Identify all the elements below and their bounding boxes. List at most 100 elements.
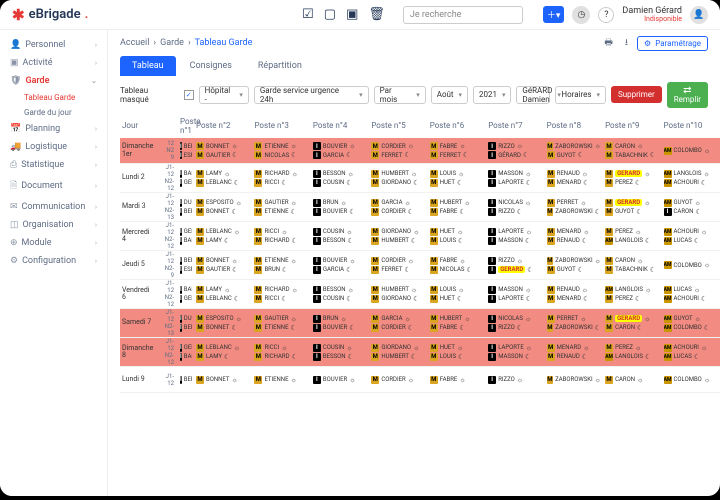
slot[interactable]: IBOUVIER☼ bbox=[311, 367, 369, 393]
slot[interactable]: MHUBERT☼MFABRE☾ bbox=[428, 193, 486, 222]
slot[interactable]: IBOUVIER☼IGARCIA☾ bbox=[311, 251, 369, 280]
slot[interactable]: AMCOLOMBO☼ bbox=[662, 367, 720, 393]
sidebar-item-garde[interactable]: 🛡Garde⌄ bbox=[0, 72, 107, 90]
slot[interactable]: MGIORDANO☼MHUMBERT☾ bbox=[369, 338, 427, 367]
slot[interactable]: AMACHOURI☼AMLUCAS☾ bbox=[662, 338, 720, 367]
slot[interactable]: MZABOROWSKI☼MGUYOT☾ bbox=[545, 251, 603, 280]
horaires-select[interactable]: Horaires bbox=[555, 86, 606, 104]
slot[interactable]: MBONNET☼MGAUTIER☾ bbox=[194, 251, 252, 280]
help-icon[interactable]: ? bbox=[598, 7, 614, 23]
slot[interactable]: INICOLAS☼IRIZZO☾ bbox=[486, 309, 544, 338]
slot[interactable]: IRIZZO☼ bbox=[486, 367, 544, 393]
slot[interactable]: MCORDIER☼MFERRET☾ bbox=[369, 138, 427, 164]
slot[interactable]: METIENNE☼MBRUN☾ bbox=[252, 251, 310, 280]
events-icon[interactable]: ▣ bbox=[346, 7, 358, 22]
slot[interactable]: MESPOSITO☼MBONNET☾ bbox=[194, 309, 252, 338]
slot[interactable]: MRICHARD☼MRICCI☾ bbox=[252, 280, 310, 309]
slot[interactable]: AMACHOURI☼AMLUCAS☾ bbox=[662, 222, 720, 251]
apps-icon[interactable]: ◷ bbox=[572, 6, 590, 24]
slot[interactable]: MRENAUD☼MMENARD☾ bbox=[545, 164, 603, 193]
sidebar-item-activité[interactable]: ▣Activité› bbox=[0, 54, 107, 72]
year-select[interactable]: 2021 bbox=[473, 86, 511, 104]
slot[interactable]: IBARTHELEMY☼IGERMAIN☾ bbox=[178, 164, 194, 193]
slot[interactable]: MPEREZ☼AMLANGLOIS☾ bbox=[603, 222, 661, 251]
slot[interactable]: MGAUTIER☼METIENNE☾ bbox=[252, 193, 310, 222]
tab-répartition[interactable]: Répartition bbox=[246, 56, 314, 76]
masque-checkbox[interactable]: ✓ bbox=[184, 90, 194, 100]
slot[interactable]: IRIZZO☼IGÉRARD☾ bbox=[486, 251, 544, 280]
trash-icon[interactable]: 🗑 bbox=[368, 7, 385, 22]
slot[interactable]: MFABRE☼MNICOLAS☾ bbox=[428, 251, 486, 280]
slot[interactable]: ICOUSIN☼IBESSON☾ bbox=[311, 338, 369, 367]
slot[interactable]: MLOUIS☼MHUET☾ bbox=[428, 280, 486, 309]
slot[interactable]: MPEREZ☼AMLANGLOIS☾ bbox=[603, 338, 661, 367]
sidebar-item-configuration[interactable]: ⚙Configuration› bbox=[0, 252, 107, 270]
slot[interactable]: MHUET☼MLOUIS☾ bbox=[428, 338, 486, 367]
slot[interactable]: MHUMBERT☼MGIORDANO☾ bbox=[369, 280, 427, 309]
slot[interactable]: IGERMAIN☼IBARTHELEMY☾ bbox=[178, 222, 194, 251]
service-select[interactable]: Garde service urgence 24h bbox=[254, 86, 369, 104]
slot[interactable]: MCORDIER☼ bbox=[369, 367, 427, 393]
slot[interactable]: IBESSON☼ICOUSIN☾ bbox=[311, 280, 369, 309]
slot[interactable]: MHUET☼MLOUIS☾ bbox=[428, 222, 486, 251]
slot[interactable]: METIENNE☼ bbox=[252, 367, 310, 393]
slot[interactable]: ILAPORTE☼IMASSON☾ bbox=[486, 338, 544, 367]
slot[interactable]: MRICCI☼MRICHARD☾ bbox=[252, 222, 310, 251]
slot[interactable]: MCORDIER☼MFERRET☾ bbox=[369, 251, 427, 280]
slot[interactable]: AMGUYOT☼ICARON☾ bbox=[662, 193, 720, 222]
slot[interactable]: MFABRE☼MFERRET☾ bbox=[428, 138, 486, 164]
slot[interactable]: MGÉRARD☼MGUYOT☾ bbox=[603, 193, 661, 222]
sidebar-item-planning[interactable]: 📅Planning› bbox=[0, 120, 107, 138]
slot[interactable]: MGÉRARD☼MPEREZ☾ bbox=[603, 164, 661, 193]
slot[interactable]: ILAPORTE☼IMASSON☾ bbox=[486, 222, 544, 251]
tab-consignes[interactable]: Consignes bbox=[178, 56, 244, 76]
slot[interactable]: IBESSON☼ICOUSIN☾ bbox=[311, 164, 369, 193]
slot[interactable]: IBARTHELEMY☼IGERMAIN☾ bbox=[178, 280, 194, 309]
slot[interactable]: IBRUN☼IBOUVIER☾ bbox=[311, 309, 369, 338]
person-select[interactable]: GéRARD Damien bbox=[516, 86, 550, 104]
slot[interactable]: AMLANGLOIS☼MPEREZ☾ bbox=[603, 280, 661, 309]
sidebar-item-organisation[interactable]: ◫Organisation› bbox=[0, 216, 107, 234]
add-icon[interactable]: ＋▾ bbox=[543, 6, 565, 23]
slot[interactable]: AMCOLOMBO☼ bbox=[662, 138, 720, 164]
slot[interactable]: MLEBLANC☼MLAMY☾ bbox=[194, 338, 252, 367]
slot[interactable]: MCARON☼MTABACHNIK☾ bbox=[603, 138, 661, 164]
search-input[interactable]: Je recherche bbox=[403, 6, 523, 24]
sidebar-sub-tableau-garde[interactable]: Tableau Garde bbox=[0, 90, 107, 105]
delete-button[interactable]: Supprimer bbox=[611, 86, 662, 103]
slot[interactable]: MCARON☼ bbox=[603, 367, 661, 393]
slot[interactable]: MGIORDANO☼MHUMBERT☾ bbox=[369, 222, 427, 251]
slot[interactable]: MGAUTIER☼METIENNE☾ bbox=[252, 309, 310, 338]
sidebar-item-personnel[interactable]: 👤Personnel› bbox=[0, 36, 107, 54]
slot[interactable]: IMASSON☼ILAPORTE☾ bbox=[486, 280, 544, 309]
slot[interactable]: MHUMBERT☼MGIORDANO☾ bbox=[369, 164, 427, 193]
slot[interactable]: MMENARD☼MRENAUD☾ bbox=[545, 338, 603, 367]
slot[interactable]: AMLANGLOIS☼AMACHOURI☾ bbox=[662, 164, 720, 193]
fill-button[interactable]: ⇄Remplir bbox=[667, 82, 708, 108]
slot[interactable]: ICOUSIN☼IBESSON☾ bbox=[311, 222, 369, 251]
slot[interactable]: MRICHARD☼MRICCI☾ bbox=[252, 164, 310, 193]
slot[interactable]: INICOLAS☼IRIZZO☾ bbox=[486, 193, 544, 222]
slot[interactable]: MGÉRARD☼MCARON☾ bbox=[603, 309, 661, 338]
slot[interactable]: AMLUCAS☼AMACHOURI☾ bbox=[662, 280, 720, 309]
sidebar-item-communication[interactable]: ✉Communication› bbox=[0, 198, 107, 216]
slot[interactable]: AMGUYOT☼AMCOLOMBO☾ bbox=[662, 309, 720, 338]
sidebar-sub-garde-du-jour[interactable]: Garde du jour bbox=[0, 105, 107, 120]
download-icon[interactable]: ⭳ bbox=[622, 35, 631, 51]
slot[interactable]: IDUPONT☼IBERTIN☾ bbox=[178, 193, 194, 222]
slot[interactable]: IBERTIN☼IESPOSITO☾ bbox=[178, 138, 194, 164]
settings-button[interactable]: ⚙ Paramétrage bbox=[637, 36, 708, 51]
tab-tableau[interactable]: Tableau bbox=[120, 56, 176, 76]
slot[interactable]: MRICCI☼MRICHARD☾ bbox=[252, 338, 310, 367]
slot[interactable]: MLEBLANC☼MLAMY☾ bbox=[194, 222, 252, 251]
slot[interactable]: MBONNET☼ bbox=[194, 367, 252, 393]
slot[interactable]: METIENNE☼MNICOLAS☾ bbox=[252, 138, 310, 164]
slot[interactable]: MBONNET☼MGAUTIER☾ bbox=[194, 138, 252, 164]
slot[interactable]: MRENAUD☼MMENARD☾ bbox=[545, 280, 603, 309]
app-logo[interactable]: ✱ eBrigade. bbox=[12, 6, 88, 24]
slot[interactable]: IBRUN☼IBOUVIER☾ bbox=[311, 193, 369, 222]
slot[interactable]: IDUPONT☼IBERTIN☾ bbox=[178, 309, 194, 338]
sidebar-item-statistique[interactable]: ⎙Statistique› bbox=[0, 156, 107, 174]
slot[interactable]: MESPOSITO☼MBONNET☾ bbox=[194, 193, 252, 222]
sidebar-item-document[interactable]: 🗎Document› bbox=[0, 174, 107, 198]
